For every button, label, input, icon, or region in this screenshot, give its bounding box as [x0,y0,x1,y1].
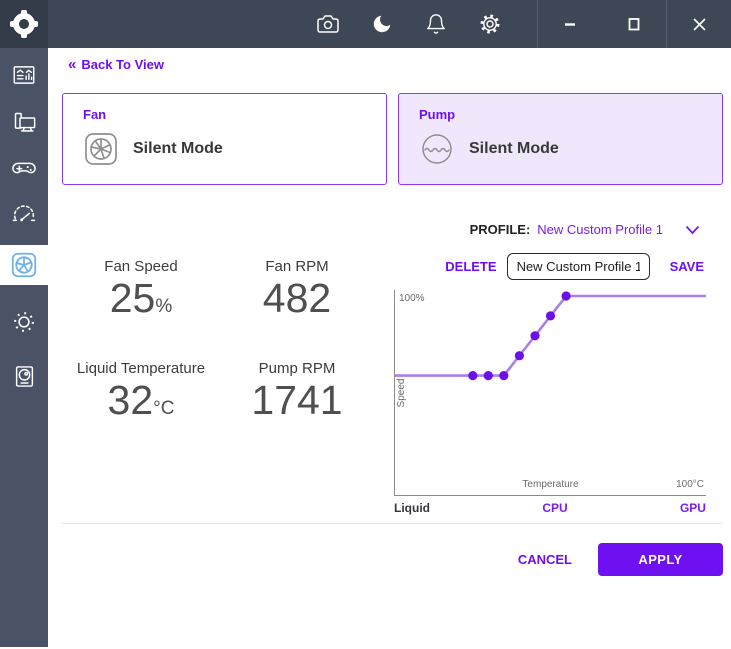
curve-point[interactable] [546,311,555,320]
game-controller-icon [10,154,38,182]
fan-curve-plot[interactable]: 100% Speed Temperature 100°C [394,290,706,496]
curve-point[interactable] [468,371,477,380]
x-axis-label: Temperature [395,479,706,490]
sidebar-item-pc-monitoring[interactable] [0,99,48,145]
pump-card-title: Pump [419,107,702,122]
app-logo[interactable] [0,0,48,48]
stat-label: Fan Speed [62,258,220,275]
stat-value: 32 [108,377,154,423]
sidebar-nav [0,48,48,647]
topbar-actions [315,0,503,48]
footer-actions: CANCEL APPLY [518,543,723,576]
tab-cpu[interactable]: CPU [542,501,567,515]
curve-point[interactable] [515,351,524,360]
sidebar-item-dashboard[interactable] [0,52,48,98]
fan-card-title: Fan [83,107,366,122]
stat-label: Pump RPM [220,360,374,377]
stat-fan-speed: Fan Speed 25% [62,258,220,330]
profile-dropdown[interactable]: PROFILE: New Custom Profile 1 [470,222,700,237]
app-window: « Back To View Fan Silent Mode Pump [0,0,731,649]
dashboard-icon [11,62,37,88]
curve-point[interactable] [562,291,571,300]
sidebar-item-performance[interactable] [0,191,48,237]
sidebar-item-cooling-active[interactable] [0,245,48,285]
main-content: « Back To View Fan Silent Mode Pump [48,48,731,649]
close-button[interactable] [667,0,731,48]
apply-button[interactable]: APPLY [598,543,723,576]
settings-gear-icon[interactable] [477,11,503,37]
back-to-view-link[interactable]: « Back To View [68,56,164,73]
chevron-down-icon [685,225,700,235]
profile-selected-value: New Custom Profile 1 [537,222,663,237]
cancel-button[interactable]: CANCEL [518,552,572,567]
sensor-source-tabs: Liquid CPU GPU [394,501,706,515]
stat-label: Fan RPM [220,258,374,275]
fan-cooling-icon [9,250,39,280]
profile-editor-row: DELETE SAVE [445,253,704,280]
sidebar-item-cooler-device[interactable] [0,353,48,399]
fan-curve-svg[interactable] [395,290,707,496]
y-max-label: 100% [399,293,425,304]
notifications-bell-icon[interactable] [423,11,449,37]
tab-liquid[interactable]: Liquid [394,501,430,515]
stat-pump-rpm: Pump RPM 1741 [220,360,374,432]
x-max-label: 100°C [676,479,704,490]
stat-value: 25 [110,275,156,321]
fan-mode-card[interactable]: Fan Silent Mode [62,93,387,185]
stat-liquid-temperature: Liquid Temperature 32°C [62,360,220,432]
maximize-button[interactable] [602,0,666,48]
pump-mode-value: Silent Mode [469,140,559,158]
pump-liquid-icon [419,131,455,167]
pump-mode-card[interactable]: Pump Silent Mode [398,93,723,185]
curve-point[interactable] [530,331,539,340]
stat-value: 482 [263,275,331,321]
delete-profile-button[interactable]: DELETE [445,259,496,274]
fan-icon [83,131,119,167]
gauge-icon [10,200,38,228]
telemetry-stats: Fan Speed 25% Fan RPM 482 Liquid Tempera… [62,258,374,432]
section-divider [62,523,723,524]
lighting-sun-icon [10,308,38,336]
double-chevron-left-icon: « [68,56,75,73]
nzxt-logo-icon [9,9,39,39]
pc-monitoring-icon [11,109,38,136]
back-link-label: Back To View [81,57,164,72]
curve-point[interactable] [484,371,493,380]
minimize-button[interactable] [538,0,602,48]
sidebar-item-lighting[interactable] [0,299,48,345]
stat-value: 1741 [251,377,342,423]
curve-point[interactable] [499,371,508,380]
window-controls [537,0,731,48]
stat-fan-rpm: Fan RPM 482 [220,258,374,330]
stat-unit: % [155,296,172,317]
dark-mode-moon-icon[interactable] [369,11,395,37]
fan-curve-chart: 100% Speed Temperature 100°C Liquid CPU … [394,290,706,515]
profile-name-input[interactable] [507,253,650,280]
fan-mode-value: Silent Mode [133,140,223,158]
stat-unit: °C [153,398,174,419]
tab-gpu[interactable]: GPU [680,501,706,515]
save-profile-button[interactable]: SAVE [670,259,704,274]
screenshot-camera-icon[interactable] [315,11,341,37]
stat-label: Liquid Temperature [62,360,220,377]
profile-label: PROFILE: [470,222,531,237]
sidebar-item-games[interactable] [0,145,48,191]
title-bar [0,0,731,48]
y-axis-label: Speed [396,378,407,407]
cooler-device-icon [11,363,38,390]
